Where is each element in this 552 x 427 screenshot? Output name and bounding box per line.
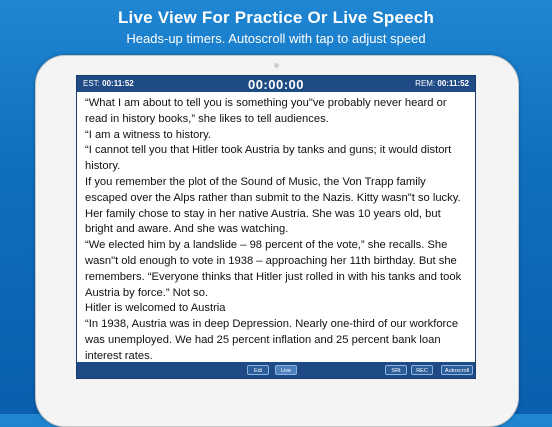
speech-paragraph: “What I am about to tell you is somethin… xyxy=(85,97,447,125)
srt-button[interactable]: SRt xyxy=(385,365,407,375)
speech-paragraph: “We elected him by a landslide – 98 perc… xyxy=(85,239,462,299)
autoscroll-button[interactable]: Autoscroll xyxy=(441,365,473,375)
speech-paragraph: Hitler is welcomed to Austria xyxy=(85,302,226,315)
speech-text[interactable]: “What I am about to tell you is somethin… xyxy=(85,96,471,362)
subheadline: Heads-up timers. Autoscroll with tap to … xyxy=(126,31,426,46)
remaining-time: REM: 00:11:52 xyxy=(415,79,469,88)
speech-paragraph: If you remember the plot of the Sound of… xyxy=(85,175,461,236)
headline: Live View For Practice Or Live Speech xyxy=(117,8,435,27)
rem-label: REM: xyxy=(415,79,436,88)
rec-button[interactable]: REC xyxy=(411,365,433,375)
live-button[interactable]: Live xyxy=(275,365,297,375)
speech-paragraph: “In 1938, Austria was in deep Depression… xyxy=(85,318,459,362)
edit-button[interactable]: Edi xyxy=(247,365,269,375)
timer-bar: EST: 00:11:52 00:00:00 REM: 00:11:52 xyxy=(77,76,475,92)
speech-paragraph: “I cannot tell you that Hitler took Aust… xyxy=(85,144,452,173)
rem-time: 00:11:52 xyxy=(437,79,469,88)
app-screen: EST: 00:11:52 00:00:00 REM: 00:11:52 “Wh… xyxy=(76,75,476,379)
ipad-camera xyxy=(274,63,279,68)
speech-paragraph: “I am a witness to history. xyxy=(85,128,212,141)
control-bar: Edi Live SRt REC Autoscroll xyxy=(77,362,475,378)
